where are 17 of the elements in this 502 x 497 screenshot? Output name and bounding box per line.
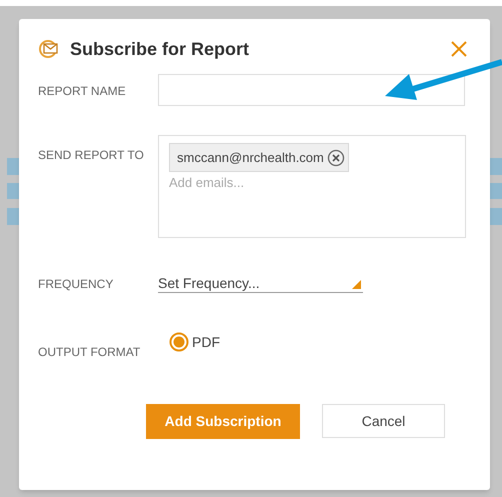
dropdown-arrow-icon bbox=[352, 280, 361, 289]
dialog-title: Subscribe for Report bbox=[70, 38, 250, 61]
text-field[interactable] bbox=[158, 74, 465, 106]
email-placeholder: Add emails... bbox=[169, 174, 246, 192]
email-field[interactable]: smccann@nrchealth.com Add emails... bbox=[158, 135, 466, 238]
radio-icon bbox=[169, 332, 189, 352]
radio-option[interactable]: PDF bbox=[169, 332, 220, 364]
frequency-dropdown[interactable]: Set Frequency... bbox=[158, 275, 363, 293]
field-label: SEND REPORT TO bbox=[38, 147, 145, 164]
remove-icon[interactable] bbox=[326, 148, 345, 166]
field-label: OUTPUT FORMAT bbox=[38, 344, 142, 361]
field-label: FREQUENCY bbox=[38, 276, 114, 293]
cancel-button[interactable]: Cancel bbox=[322, 404, 445, 438]
close-button[interactable] bbox=[450, 40, 468, 58]
field-label: REPORT NAME bbox=[38, 83, 127, 100]
envelope-icon bbox=[39, 40, 59, 58]
email-address: smccann@nrchealth.com bbox=[177, 148, 324, 167]
